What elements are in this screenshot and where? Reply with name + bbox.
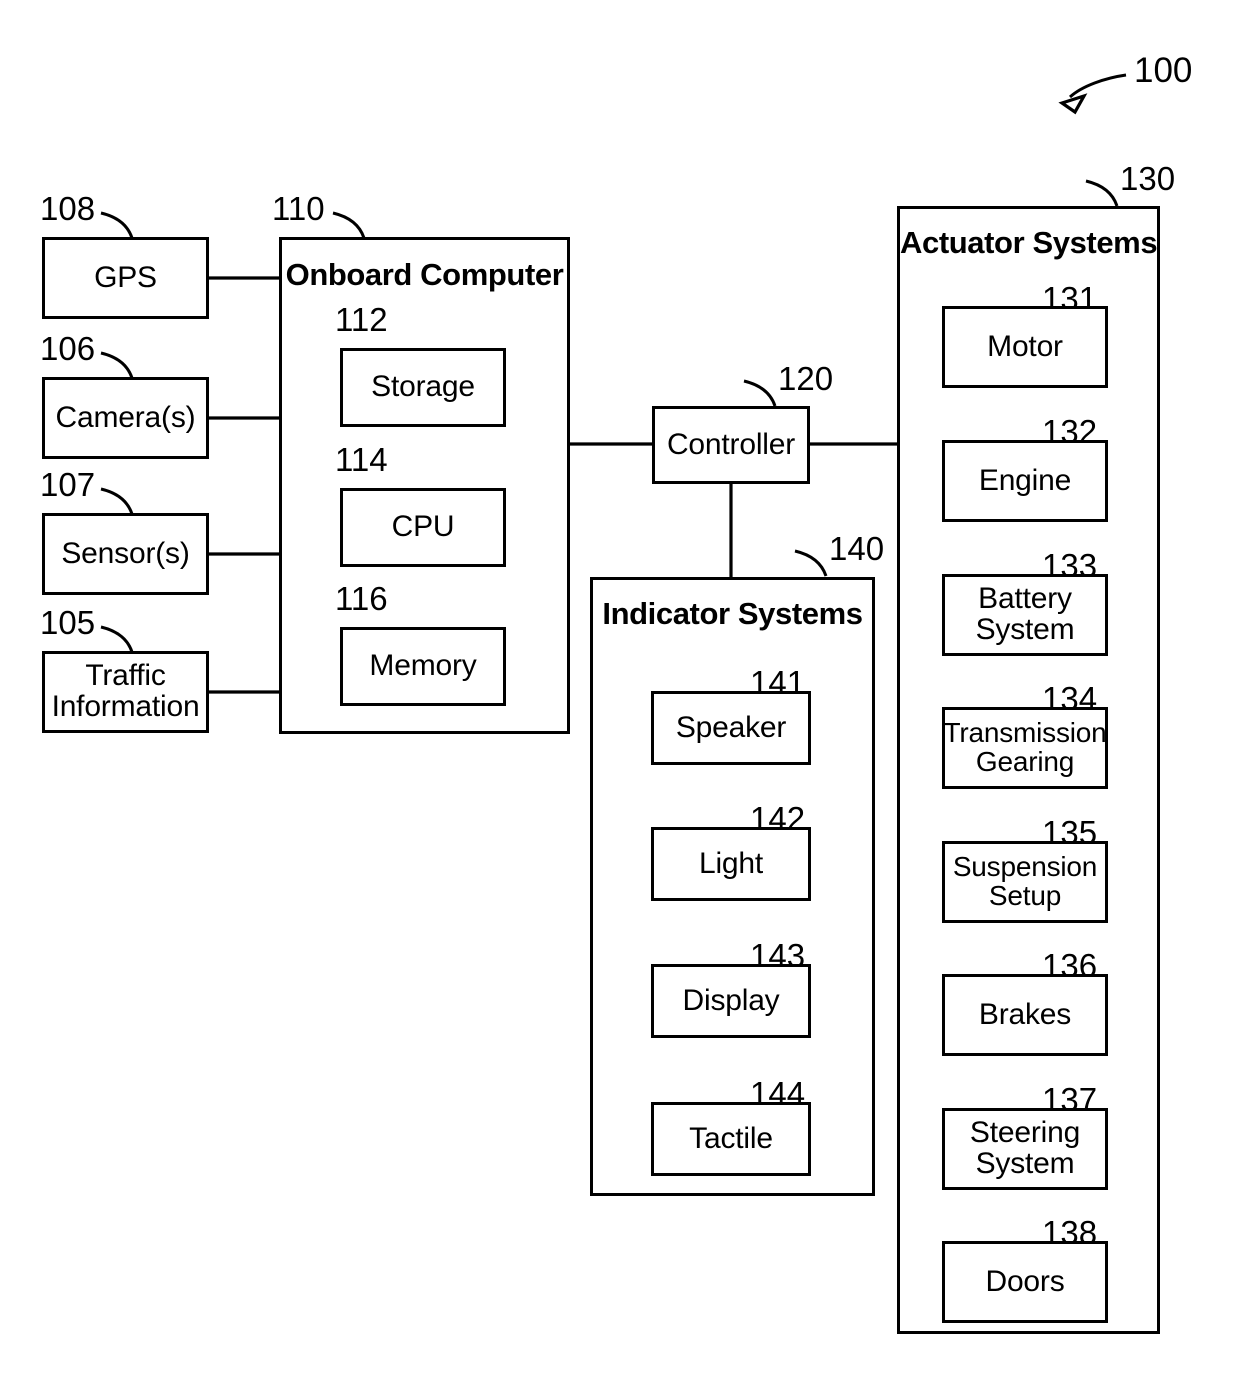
figure-100-arrow xyxy=(1068,73,1127,99)
steering-system-line2: System xyxy=(975,1147,1075,1180)
figure-block-diagram: 100 108 GPS 106 Camera(s) 107 Sensor(s) … xyxy=(0,0,1240,1397)
sensors-box: Sensor(s) xyxy=(42,513,209,595)
ref-numeral-105: 105 xyxy=(40,604,96,641)
tactile-box: Tactile xyxy=(651,1102,811,1176)
memory-label: Memory xyxy=(369,649,477,683)
figure-100-arrowhead xyxy=(1058,93,1088,115)
leader-108 xyxy=(100,211,134,239)
steering-system-line1: Steering xyxy=(969,1116,1081,1150)
ref-numeral-110: 110 xyxy=(272,190,325,227)
storage-label: Storage xyxy=(371,370,475,404)
ref-numeral-112: 112 xyxy=(335,301,388,338)
light-label: Light xyxy=(698,846,764,880)
speaker-label: Speaker xyxy=(675,710,787,744)
motor-box: Motor xyxy=(942,306,1108,388)
controller-label: Controller xyxy=(666,427,796,461)
battery-system-line1: Battery xyxy=(978,582,1072,616)
gps-label: GPS xyxy=(94,260,157,294)
traffic-information-label: Traffic Information xyxy=(52,661,200,722)
ref-numeral-120: 120 xyxy=(778,360,834,397)
leader-105 xyxy=(100,625,134,653)
traffic-information-line1: Traffic xyxy=(85,659,166,693)
ref-numeral-106: 106 xyxy=(40,330,96,367)
ref-numeral-107: 107 xyxy=(40,466,96,503)
battery-system-box: Battery System xyxy=(942,574,1108,656)
leader-130 xyxy=(1085,179,1119,207)
controller-box: Controller xyxy=(652,406,810,484)
speaker-box: Speaker xyxy=(651,691,811,765)
transmission-gearing-box: Transmission Gearing xyxy=(942,707,1108,789)
brakes-label: Brakes xyxy=(978,997,1072,1031)
ref-numeral-114: 114 xyxy=(335,441,388,478)
memory-box: Memory xyxy=(340,627,506,706)
suspension-setup-label: Suspension Setup xyxy=(952,851,1098,911)
ref-numeral-130: 130 xyxy=(1120,160,1176,197)
leader-107 xyxy=(100,487,134,515)
display-box: Display xyxy=(651,964,811,1038)
battery-system-label: Battery System xyxy=(976,584,1075,645)
figure-number: 100 xyxy=(1134,51,1193,90)
storage-box: Storage xyxy=(340,348,506,427)
leader-140 xyxy=(794,549,828,577)
gps-box: GPS xyxy=(42,237,209,319)
suspension-setup-line2: Setup xyxy=(988,880,1062,911)
leader-110 xyxy=(332,211,366,239)
doors-label: Doors xyxy=(985,1264,1065,1298)
actuator-systems-title: Actuator Systems xyxy=(900,225,1158,260)
leader-106 xyxy=(100,351,134,379)
traffic-information-line2: Information xyxy=(51,690,200,723)
battery-system-line2: System xyxy=(975,613,1075,646)
ref-numeral-108: 108 xyxy=(40,190,96,227)
light-box: Light xyxy=(651,827,811,901)
suspension-setup-box: Suspension Setup xyxy=(942,841,1108,923)
brakes-box: Brakes xyxy=(942,974,1108,1056)
ref-numeral-116: 116 xyxy=(335,580,388,617)
indicator-systems-title: Indicator Systems xyxy=(602,596,863,631)
motor-label: Motor xyxy=(987,329,1063,363)
transmission-gearing-line2: Gearing xyxy=(975,746,1075,777)
cameras-box: Camera(s) xyxy=(42,377,209,459)
engine-label: Engine xyxy=(978,463,1072,497)
tactile-label: Tactile xyxy=(689,1121,773,1155)
cameras-label: Camera(s) xyxy=(55,400,196,434)
steering-system-label: Steering System xyxy=(970,1118,1080,1179)
cpu-label: CPU xyxy=(391,510,455,544)
doors-box: Doors xyxy=(942,1241,1108,1323)
traffic-information-box: Traffic Information xyxy=(42,651,209,733)
ref-numeral-140: 140 xyxy=(829,530,885,567)
transmission-gearing-line1: Transmission xyxy=(943,717,1107,749)
transmission-gearing-label: Transmission Gearing xyxy=(943,719,1106,776)
onboard-computer-title: Onboard Computer xyxy=(285,257,564,292)
cpu-box: CPU xyxy=(340,488,506,567)
steering-system-box: Steering System xyxy=(942,1108,1108,1190)
leader-120 xyxy=(743,379,777,407)
engine-box: Engine xyxy=(942,440,1108,522)
suspension-setup-line1: Suspension xyxy=(952,851,1098,883)
display-label: Display xyxy=(682,983,780,1017)
sensors-label: Sensor(s) xyxy=(61,536,190,570)
